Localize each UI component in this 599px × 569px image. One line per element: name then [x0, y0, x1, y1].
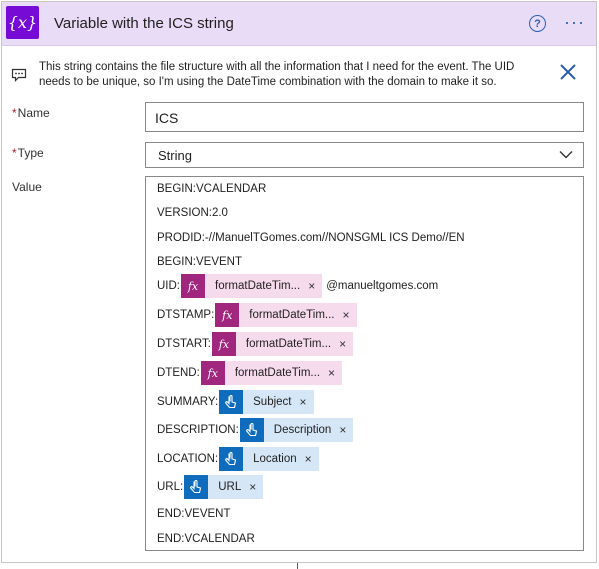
value-line: PRODID:-//ManuelTGomes.com//NONSGML ICS … [157, 232, 465, 244]
value-line: BEGIN:VEVENT [157, 256, 242, 268]
type-label: *Type [12, 146, 44, 160]
chevron-down-icon[interactable] [559, 150, 573, 159]
value-line-dtstamp: DTSTAMP: fx formatDateTim... × [157, 303, 357, 327]
line-prefix: SUMMARY: [157, 396, 219, 408]
close-icon[interactable] [558, 62, 578, 82]
remove-token-icon[interactable]: × [308, 279, 322, 293]
value-line-summary: SUMMARY: Subject × [157, 390, 314, 414]
variable-icon: {x} [6, 6, 39, 39]
dynamic-content-icon [219, 390, 244, 414]
expression-icon: fx [215, 303, 240, 327]
line-prefix: DTEND: [157, 367, 200, 379]
token-label: Location [253, 453, 297, 465]
dynamic-content-icon [239, 418, 264, 442]
token-label: formatDateTim... [249, 309, 335, 321]
value-line-url: URL: URL × [157, 475, 264, 499]
value-line: END:VCALENDAR [157, 533, 255, 545]
dynamic-content-token[interactable]: URL × [184, 475, 264, 499]
token-label: URL [218, 481, 242, 493]
help-icon[interactable]: ? [529, 15, 546, 32]
action-header[interactable]: {x} Variable with the ICS string ? ··· [2, 2, 596, 46]
value-line-description: DESCRIPTION: Description × [157, 418, 354, 442]
more-icon[interactable]: ··· [564, 12, 585, 33]
line-suffix: @manueltgomes.com [326, 280, 439, 292]
token-label: formatDateTim... [245, 338, 332, 350]
value-line-dtend: DTEND: fx formatDateTim... × [157, 361, 343, 385]
token-label: Subject [253, 396, 292, 408]
expression-icon: fx [200, 361, 225, 385]
line-prefix: DTSTART: [157, 338, 211, 350]
value-editor[interactable]: BEGIN:VCALENDAR VERSION:2.0 PRODID:-//Ma… [145, 176, 584, 551]
expression-token[interactable]: fx formatDateTim... × [211, 332, 354, 356]
expression-token[interactable]: fx formatDateTim... × [215, 303, 357, 327]
remove-token-icon[interactable]: × [249, 480, 263, 494]
remove-token-icon[interactable]: × [339, 337, 353, 351]
comment-text[interactable]: This string contains the file structure … [39, 60, 539, 90]
remove-token-icon[interactable]: × [339, 423, 353, 437]
dynamic-content-icon [219, 447, 244, 471]
expression-token[interactable]: fx formatDateTim... × [200, 361, 343, 385]
value-line-location: LOCATION: Location × [157, 447, 319, 471]
type-dropdown[interactable]: String [145, 142, 584, 168]
value-line: VERSION:2.0 [157, 207, 228, 219]
comment-row: This string contains the file structure … [2, 52, 596, 94]
value-line-uid: UID: fx formatDateTim... × @manueltgomes… [157, 274, 438, 298]
line-prefix: URL: [157, 481, 184, 493]
remove-token-icon[interactable]: × [305, 452, 319, 466]
token-label: Description [273, 424, 332, 436]
expression-token[interactable]: fx formatDateTim... × [181, 274, 323, 298]
value-line: END:VEVENT [157, 508, 231, 520]
dynamic-content-token[interactable]: Subject × [219, 390, 314, 414]
token-label: formatDateTim... [215, 280, 301, 292]
line-prefix: UID: [157, 280, 180, 292]
line-prefix: LOCATION: [157, 453, 219, 465]
dynamic-content-token[interactable]: Location × [219, 447, 319, 471]
token-label: formatDateTim... [234, 367, 321, 379]
action-title[interactable]: Variable with the ICS string [54, 15, 234, 32]
remove-token-icon[interactable]: × [300, 395, 314, 409]
remove-token-icon[interactable]: × [343, 308, 357, 322]
remove-token-icon[interactable]: × [328, 366, 342, 380]
comment-icon [11, 68, 27, 82]
line-prefix: DESCRIPTION: [157, 424, 239, 436]
connector-line [297, 563, 298, 569]
value-line-dtstart: DTSTART: fx formatDateTim... × [157, 332, 354, 356]
expression-icon: fx [211, 332, 236, 356]
name-input[interactable]: ICS [145, 102, 584, 132]
dynamic-content-token[interactable]: Description × [239, 418, 354, 442]
name-label: *Name [12, 106, 50, 120]
value-label: Value [12, 180, 42, 194]
variable-action-card: {x} Variable with the ICS string ? ··· T… [1, 1, 597, 563]
expression-icon: fx [181, 274, 205, 298]
line-prefix: DTSTAMP: [157, 309, 215, 321]
dynamic-content-icon [184, 475, 209, 499]
value-line: BEGIN:VCALENDAR [157, 183, 267, 195]
